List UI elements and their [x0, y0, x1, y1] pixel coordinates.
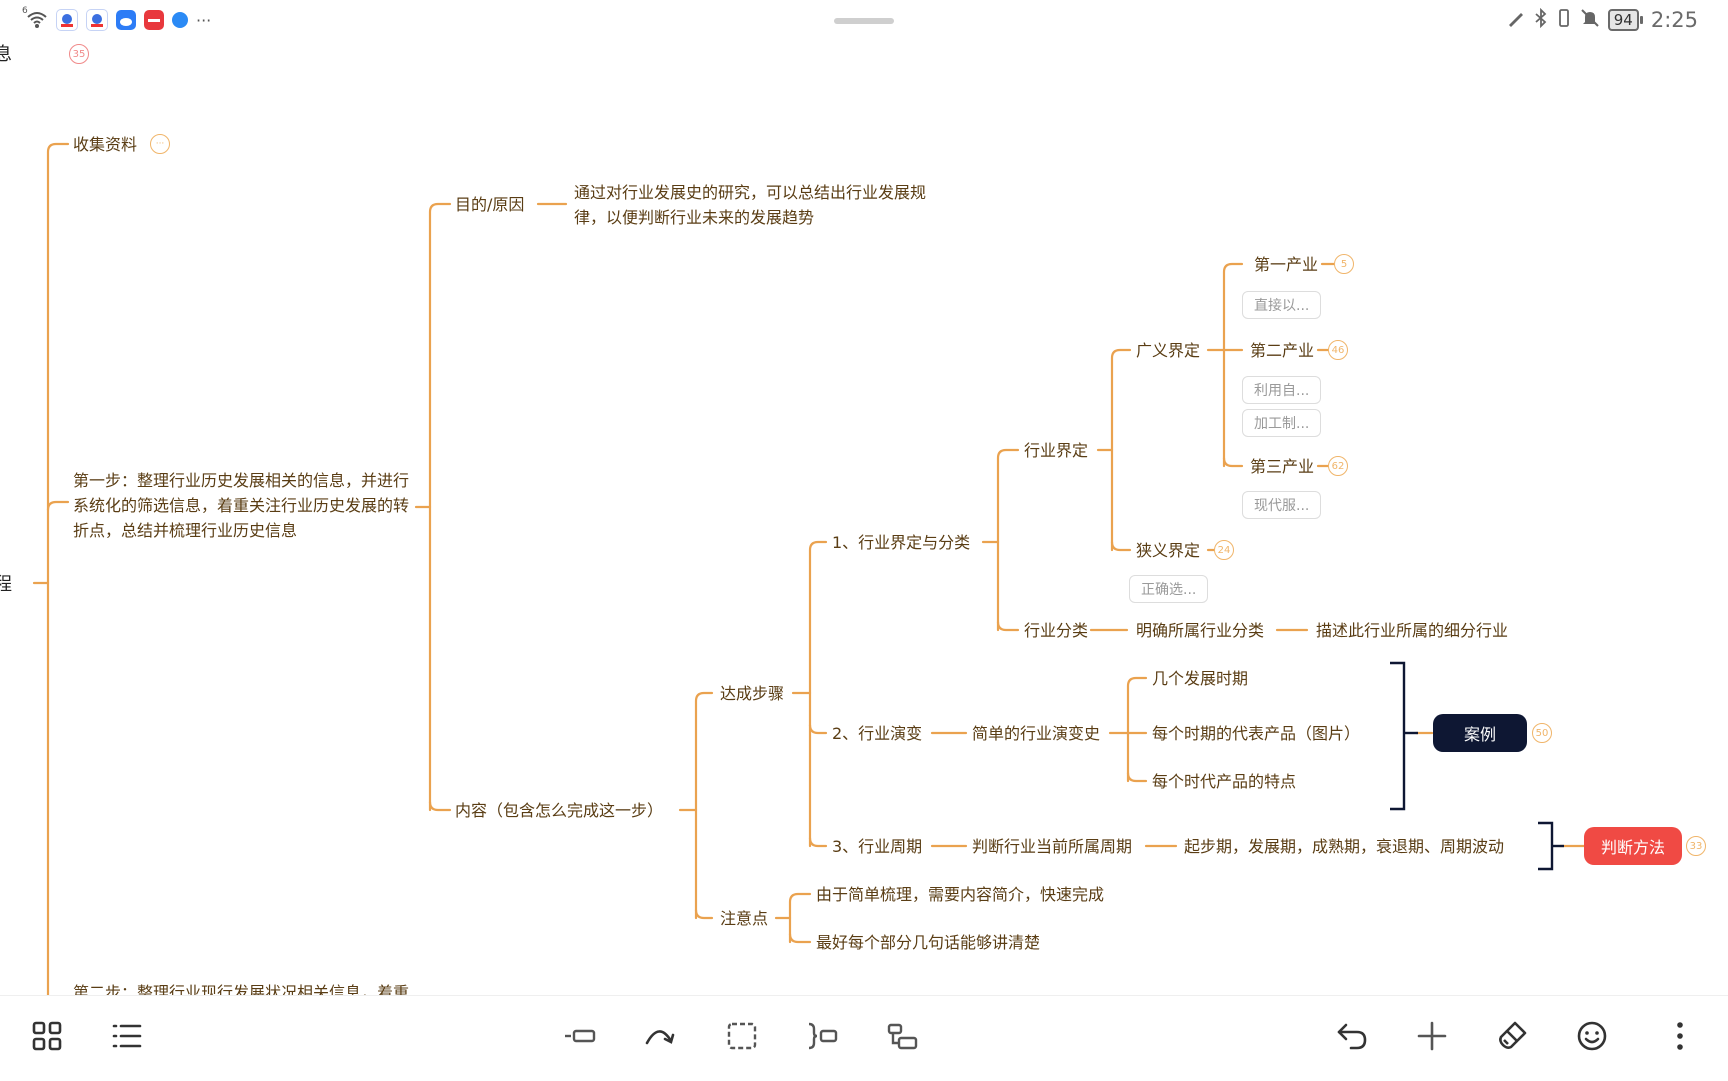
- collapse-count-badge[interactable]: 35: [69, 44, 89, 64]
- bottom-toolbar: [0, 995, 1728, 1081]
- undo-icon[interactable]: [1332, 1016, 1372, 1056]
- topic-purpose-text[interactable]: 通过对行业发展史的研究，可以总结出行业发展规律，以便判断行业未来的发展趋势: [574, 180, 936, 230]
- emoji-icon[interactable]: [1572, 1016, 1612, 1056]
- topic-tertiary[interactable]: 第三产业: [1250, 454, 1314, 479]
- topic-s2-item-2[interactable]: 每个时期的代表产品（图片）: [1152, 721, 1360, 746]
- topic-define[interactable]: 行业界定: [1024, 438, 1088, 463]
- clock: 2:25: [1650, 8, 1698, 32]
- vibrate-icon: [1556, 8, 1572, 33]
- tag-judge-method[interactable]: 判断方法: [1584, 827, 1682, 865]
- topic-s3-end[interactable]: 起步期，发展期，成熟期，衰退期、周期波动: [1184, 834, 1504, 859]
- topic-classify-end[interactable]: 描述此行业所属的细分行业: [1316, 618, 1508, 643]
- connect-curve-icon[interactable]: [640, 1016, 680, 1056]
- tag-case[interactable]: 案例: [1433, 714, 1527, 752]
- topic-purpose[interactable]: 目的/原因: [455, 192, 524, 217]
- topic-s2-item-3[interactable]: 每个时代产品的特点: [1152, 769, 1296, 794]
- mindmap-canvas[interactable]: 息 35 程 收集资料 ··· 第一步：整理行业历史发展相关的信息，并进行系统化…: [0, 40, 1728, 995]
- topic-steps[interactable]: 达成步骤: [720, 681, 784, 706]
- boundary-icon[interactable]: [722, 1016, 762, 1056]
- more-icon[interactable]: [1660, 1016, 1700, 1056]
- outline-list-icon[interactable]: [107, 1016, 147, 1056]
- wifi-icon: 6: [22, 6, 48, 30]
- topic-broad[interactable]: 广义界定: [1136, 338, 1200, 363]
- subtopic-icon[interactable]: [882, 1016, 922, 1056]
- insert-topic-icon[interactable]: [560, 1016, 600, 1056]
- topic-step2-partial[interactable]: 第二步：整理行业现行发展状况相关信息，着重: [73, 980, 409, 995]
- app-icon-1[interactable]: [56, 9, 78, 31]
- collect-more-badge[interactable]: ···: [150, 134, 170, 154]
- more-dots-icon[interactable]: ···: [196, 11, 211, 30]
- topic-s2[interactable]: 2、行业演变: [832, 721, 922, 746]
- stylus-icon: [1506, 8, 1526, 33]
- topic-note-2[interactable]: 最好每个部分几句话能够讲清楚: [816, 930, 1040, 955]
- judge-count-badge[interactable]: 33: [1686, 836, 1706, 856]
- app-icon-2[interactable]: [86, 9, 108, 31]
- mute-icon: [1580, 8, 1600, 33]
- summary-icon[interactable]: [802, 1016, 842, 1056]
- status-bar-right: 94 2:25: [1506, 6, 1698, 34]
- status-bar-left: 6 ···: [22, 6, 211, 32]
- cropped-root-label-mid: 程: [0, 574, 12, 595]
- topic-notes[interactable]: 注意点: [720, 906, 768, 931]
- pill-tertiary[interactable]: 现代服...: [1242, 491, 1322, 519]
- topic-note-1[interactable]: 由于简单梳理，需要内容简介，快速完成: [816, 882, 1104, 907]
- topic-content[interactable]: 内容（包含怎么完成这一步）: [455, 798, 663, 823]
- cloud-app-icon[interactable]: [116, 10, 136, 30]
- topic-s3[interactable]: 3、行业周期: [832, 834, 922, 859]
- pill-narrow[interactable]: 正确选...: [1129, 575, 1209, 603]
- wifi-generation-label: 6: [22, 6, 28, 16]
- tertiary-count-badge[interactable]: 62: [1328, 456, 1348, 476]
- primary-count-badge[interactable]: 5: [1334, 254, 1354, 274]
- topic-s2-item-1[interactable]: 几个发展时期: [1152, 666, 1248, 691]
- case-count-badge[interactable]: 50: [1532, 723, 1552, 743]
- bluetooth-icon: [1534, 7, 1548, 33]
- topic-step1[interactable]: 第一步：整理行业历史发展相关的信息，并进行系统化的筛选信息，着重关注行业历史发展…: [73, 468, 413, 543]
- topic-classify-mid[interactable]: 明确所属行业分类: [1136, 618, 1264, 643]
- topic-s2-mid[interactable]: 简单的行业演变史: [972, 721, 1100, 746]
- red-app-icon[interactable]: [144, 10, 164, 30]
- pill-secondary-2[interactable]: 加工制...: [1242, 409, 1322, 437]
- pill-primary[interactable]: 直接以...: [1242, 291, 1322, 319]
- blue-app-icon[interactable]: [172, 12, 188, 28]
- topic-collect[interactable]: 收集资料: [73, 132, 137, 157]
- topic-classify[interactable]: 行业分类: [1024, 618, 1088, 643]
- cropped-root-label-top: 息: [0, 44, 12, 65]
- topic-s3-mid[interactable]: 判断行业当前所属周期: [972, 834, 1132, 859]
- window-grabber[interactable]: [834, 18, 894, 24]
- topic-secondary[interactable]: 第二产业: [1250, 338, 1314, 363]
- grid-view-icon[interactable]: [27, 1016, 67, 1056]
- secondary-count-badge[interactable]: 46: [1328, 340, 1348, 360]
- pill-secondary-1[interactable]: 利用自...: [1242, 376, 1322, 404]
- add-icon[interactable]: [1412, 1016, 1452, 1056]
- format-brush-icon[interactable]: [1492, 1016, 1532, 1056]
- narrow-count-badge[interactable]: 24: [1214, 540, 1234, 560]
- topic-s1[interactable]: 1、行业界定与分类: [832, 530, 970, 555]
- battery-indicator: 94: [1607, 9, 1643, 31]
- topic-primary[interactable]: 第一产业: [1254, 252, 1318, 277]
- topic-narrow[interactable]: 狭义界定: [1136, 538, 1200, 563]
